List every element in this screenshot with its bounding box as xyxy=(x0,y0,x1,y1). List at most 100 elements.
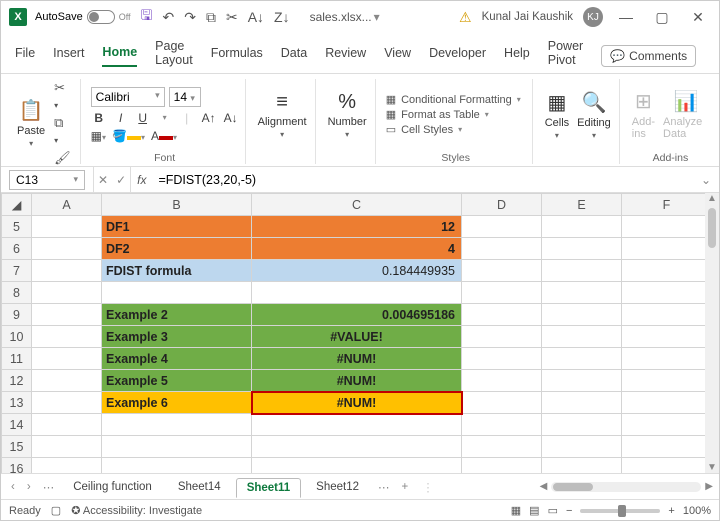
cell[interactable] xyxy=(622,392,712,414)
vertical-scrollbar[interactable]: ▲ ▼ xyxy=(705,193,719,473)
prev-sheet-icon[interactable]: ‹ xyxy=(7,481,19,493)
cell[interactable] xyxy=(462,392,542,414)
cell[interactable] xyxy=(102,414,252,436)
format-as-table-button[interactable]: ▦Format as Table ▾ xyxy=(386,108,526,121)
cell[interactable]: #NUM! xyxy=(252,392,462,414)
cell[interactable]: 0.184449935 xyxy=(252,260,462,282)
cell[interactable] xyxy=(542,260,622,282)
cell[interactable] xyxy=(542,414,622,436)
all-sheets-icon[interactable]: ⋯ xyxy=(39,480,59,494)
row-header[interactable]: 8 xyxy=(2,282,32,304)
cell[interactable] xyxy=(462,326,542,348)
cell[interactable] xyxy=(252,414,462,436)
zoom-in-icon[interactable]: + xyxy=(668,505,674,517)
cell[interactable] xyxy=(622,260,712,282)
conditional-formatting-button[interactable]: ▦Conditional Formatting ▾ xyxy=(386,93,526,106)
scroll-thumb[interactable] xyxy=(708,208,716,248)
row-header[interactable]: 12 xyxy=(2,370,32,392)
tab-insert[interactable]: Insert xyxy=(53,46,84,66)
cell[interactable] xyxy=(462,238,542,260)
tab-file[interactable]: File xyxy=(15,46,35,66)
cell[interactable] xyxy=(252,436,462,458)
redo-icon[interactable]: ↷ xyxy=(184,9,196,26)
cell[interactable] xyxy=(32,392,102,414)
filename-label[interactable]: sales.xlsx... xyxy=(310,10,372,24)
name-box[interactable]: C13 ▾ xyxy=(9,170,85,190)
cell-styles-button[interactable]: ▭Cell Styles ▾ xyxy=(386,123,526,136)
cell[interactable] xyxy=(542,238,622,260)
cell[interactable]: DF1 xyxy=(102,216,252,238)
tab-developer[interactable]: Developer xyxy=(429,46,486,66)
sheet-tab-sheet11[interactable]: Sheet11 xyxy=(236,478,301,498)
filename-chevron-icon[interactable]: ▾ xyxy=(372,10,380,24)
addins-button[interactable]: ⊞ Add-ins xyxy=(630,87,657,142)
cell[interactable] xyxy=(622,370,712,392)
cell[interactable] xyxy=(622,436,712,458)
border-button[interactable]: ▦▾ xyxy=(91,129,106,143)
autosave-toggle[interactable]: AutoSave Off xyxy=(35,10,131,24)
new-sheet-icon[interactable]: + xyxy=(398,481,413,493)
scroll-left-icon[interactable]: ◀ xyxy=(540,481,548,492)
paste-button[interactable]: 📋 Paste ▾ xyxy=(15,96,47,150)
cell[interactable] xyxy=(622,216,712,238)
cell[interactable] xyxy=(32,260,102,282)
cell[interactable] xyxy=(622,414,712,436)
formula-input[interactable] xyxy=(152,171,692,189)
save-icon[interactable]: 🖫 xyxy=(141,5,153,29)
scroll-up-icon[interactable]: ▲ xyxy=(707,193,717,204)
cells-button[interactable]: ▦ Cells ▾ xyxy=(543,88,571,142)
username-label[interactable]: Kunal Jai Kaushik xyxy=(482,11,573,23)
cell[interactable] xyxy=(462,436,542,458)
row-header[interactable]: 16 xyxy=(2,458,32,474)
cell[interactable] xyxy=(32,458,102,474)
cell[interactable] xyxy=(462,348,542,370)
decrease-font-icon[interactable]: A↓ xyxy=(223,111,239,125)
font-size-select[interactable]: 14 ▾ xyxy=(169,87,201,107)
cell[interactable]: 0.004695186 xyxy=(252,304,462,326)
zoom-out-icon[interactable]: − xyxy=(566,505,572,517)
cell[interactable] xyxy=(102,282,252,304)
scroll-down-icon[interactable]: ▼ xyxy=(707,462,717,473)
cell[interactable] xyxy=(462,304,542,326)
minimize-button[interactable]: — xyxy=(613,9,639,25)
maximize-button[interactable]: ▢ xyxy=(649,9,675,26)
cell[interactable] xyxy=(462,370,542,392)
font-name-select[interactable]: Calibri ▾ xyxy=(91,87,165,107)
number-button[interactable]: % Number ▾ xyxy=(326,89,369,141)
cell[interactable]: Example 6 xyxy=(102,392,252,414)
cell[interactable]: #NUM! xyxy=(252,348,462,370)
cell[interactable] xyxy=(32,348,102,370)
cell[interactable] xyxy=(542,348,622,370)
cell[interactable] xyxy=(102,436,252,458)
fill-color-button[interactable]: 🪣▾ xyxy=(112,129,145,143)
cell[interactable] xyxy=(622,326,712,348)
row-header[interactable]: 5 xyxy=(2,216,32,238)
cell[interactable] xyxy=(32,326,102,348)
cell[interactable] xyxy=(542,304,622,326)
undo-icon[interactable]: ↶ xyxy=(162,9,174,26)
col-header-C[interactable]: C xyxy=(252,194,462,216)
bold-button[interactable]: B xyxy=(91,111,107,125)
cell[interactable]: 4 xyxy=(252,238,462,260)
cell[interactable] xyxy=(252,458,462,474)
col-header-D[interactable]: D xyxy=(462,194,542,216)
view-page-layout-icon[interactable]: ▤ xyxy=(529,504,539,517)
cell[interactable]: 12 xyxy=(252,216,462,238)
copy-button[interactable]: ⧉ ▾ xyxy=(51,114,74,147)
col-header-E[interactable]: E xyxy=(542,194,622,216)
cell[interactable]: #NUM! xyxy=(252,370,462,392)
cell[interactable]: Example 3 xyxy=(102,326,252,348)
sheet-tab-sheet14[interactable]: Sheet14 xyxy=(167,477,232,496)
tab-view[interactable]: View xyxy=(384,46,411,66)
scroll-right-icon[interactable]: ▶ xyxy=(705,481,713,492)
format-painter-button[interactable]: 🖌 xyxy=(51,149,74,167)
sheet-tab-ceiling[interactable]: Ceiling function xyxy=(62,477,163,496)
cell[interactable] xyxy=(542,326,622,348)
cell[interactable]: Example 5 xyxy=(102,370,252,392)
underline-button[interactable]: U xyxy=(135,111,151,125)
enter-formula-icon[interactable]: ✓ xyxy=(116,173,126,187)
cell[interactable] xyxy=(542,436,622,458)
row-header[interactable]: 14 xyxy=(2,414,32,436)
sort-desc-icon[interactable]: Z↓ xyxy=(274,9,290,25)
cell[interactable]: #VALUE! xyxy=(252,326,462,348)
